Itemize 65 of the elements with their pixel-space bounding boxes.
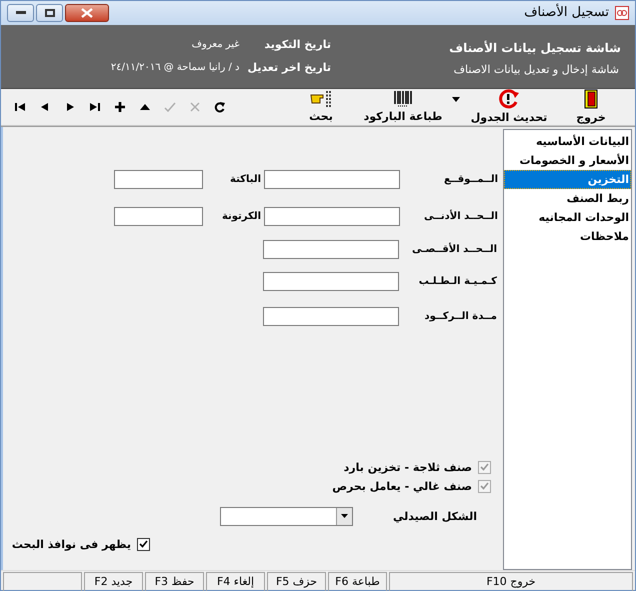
field-label: الــمــوقــع: [442, 174, 498, 186]
info-label: تاريخ اخر تعديل: [248, 61, 331, 74]
print-barcode-button[interactable]: طباعة الباركود: [357, 90, 449, 124]
last-record-icon: [88, 102, 100, 112]
barcode-icon: [393, 90, 413, 108]
status-cell: حفظ F3: [145, 572, 204, 591]
checkbox-label: صنف ثلاجة - تخزين بارد: [344, 460, 472, 474]
field-label: الكرتونة: [220, 211, 261, 222]
pointing-hand-icon: [310, 90, 332, 108]
refresh-icon: [498, 89, 520, 110]
screen-subtitle: شاشة إدخال و تعديل بيانات الاصناف: [452, 62, 619, 76]
info-value: د / رانيا سماحة @ ٢٤/١١/٢٠١٦: [110, 62, 240, 74]
caret-icon: [341, 514, 348, 518]
checkbox[interactable]: [137, 538, 150, 551]
cross-icon: [188, 100, 200, 113]
caret-icon: [452, 97, 460, 102]
input-field[interactable]: [264, 170, 400, 190]
status-cell: خروج F10: [389, 572, 633, 591]
field-label: مــدة الــركــود: [424, 311, 497, 322]
input-field[interactable]: [264, 207, 400, 226]
exit-button[interactable]: خروج: [555, 89, 627, 124]
previous-icon: [40, 102, 48, 112]
checkbox-label: صنف غالي - يعامل بحرص: [332, 480, 472, 493]
dropdown-field[interactable]: [220, 506, 354, 526]
field-label: الــحــد الأقــصـى: [411, 244, 497, 256]
up-arrow-icon: [140, 102, 150, 111]
minimize-button[interactable]: [7, 4, 34, 22]
status-cell: جديد F2: [84, 572, 143, 591]
check-icon: [164, 100, 176, 113]
close-button[interactable]: [65, 4, 109, 22]
info-label: تاريخ التكويد: [263, 38, 331, 52]
info-value: غير معروف: [190, 39, 240, 50]
close-icon: [81, 8, 93, 18]
sidebar-item[interactable]: الأسعار و الخصومات: [504, 150, 631, 170]
sidebar-item[interactable]: ملاحظات: [504, 226, 631, 246]
status-cell: إلغاء F4: [206, 572, 265, 591]
maximize-icon: [44, 8, 54, 17]
status-cell: حزف F5: [267, 572, 326, 591]
input-field[interactable]: [114, 170, 203, 190]
plus-icon: [114, 102, 124, 112]
field-label: الباكتة: [229, 174, 261, 186]
input-field[interactable]: [263, 240, 399, 260]
minimize-icon: [16, 10, 26, 15]
first-record-icon: [14, 102, 26, 112]
screen-title: شاشة تسجيل بيانات الأصناف: [448, 40, 621, 55]
maximize-button[interactable]: [36, 4, 63, 22]
app-icon: [615, 6, 629, 20]
sidebar-item[interactable]: البيانات الأساسيه: [504, 132, 631, 151]
input-field[interactable]: [114, 207, 203, 226]
status-cell: طباعة F6: [328, 572, 387, 591]
input-field[interactable]: [263, 307, 399, 326]
window-title: تسجيل الأصناف: [523, 5, 609, 20]
field-label: الــحــد الأدنــى: [422, 211, 498, 222]
door-icon: [584, 89, 598, 110]
sidebar-item[interactable]: الوحدات المجانيه: [504, 208, 631, 227]
search-button[interactable]: بحث: [285, 90, 357, 124]
sidebar-item[interactable]: ربط الصنف: [504, 188, 631, 208]
input-field[interactable]: [263, 272, 399, 292]
checkbox-label: يظهر فى نوافذ البحث: [12, 538, 131, 551]
redo-icon: [214, 100, 226, 113]
combo-label: الشكل الصيدلي: [393, 510, 477, 523]
sidebar-item[interactable]: التخزين: [504, 170, 631, 189]
next-icon: [66, 102, 74, 112]
refresh-button[interactable]: تحديث الجدول: [463, 89, 555, 124]
field-label: كـمـيـة الـطـلـب: [418, 276, 497, 288]
